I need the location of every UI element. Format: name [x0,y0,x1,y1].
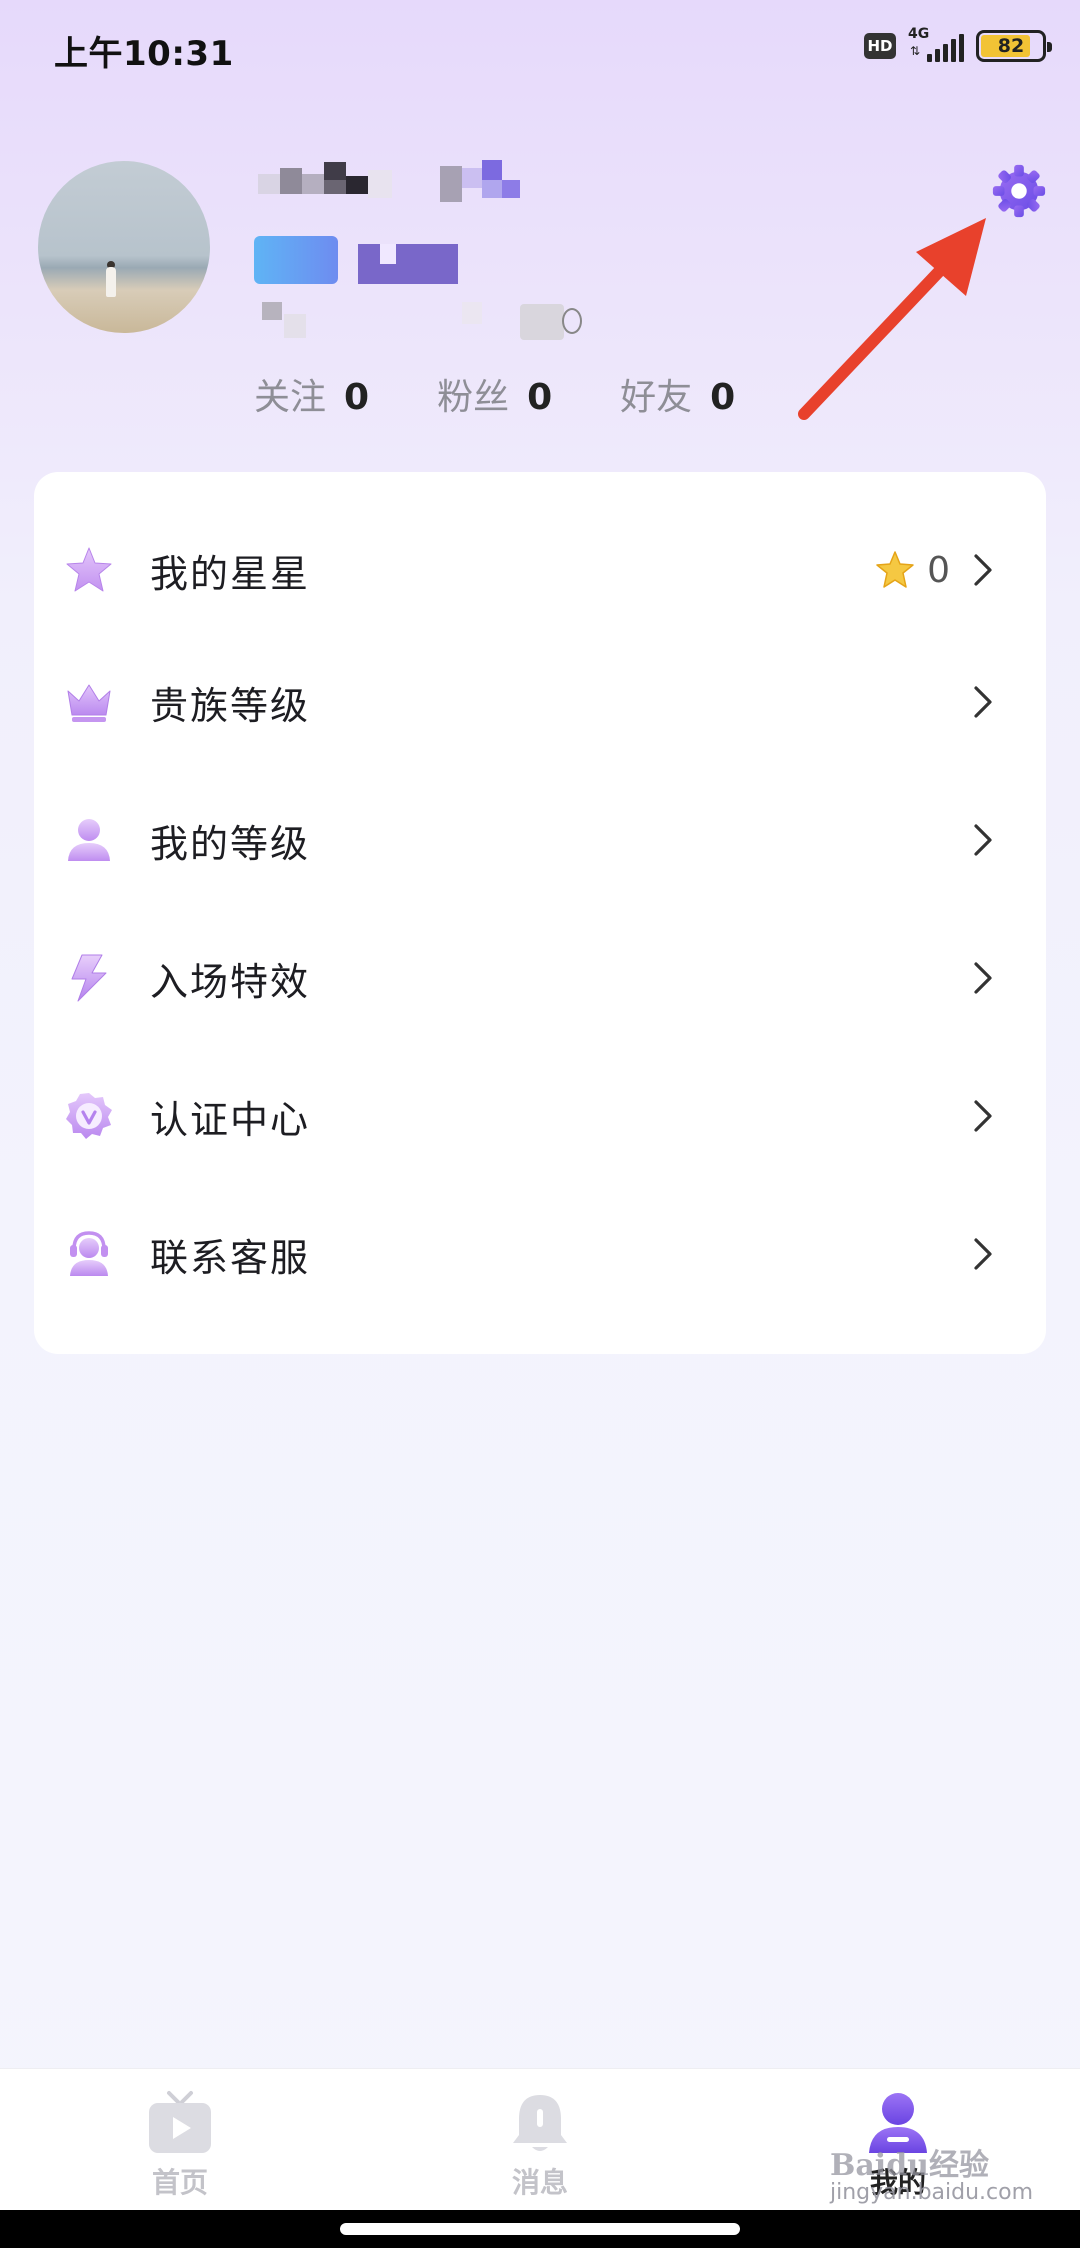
chevron-right-icon [974,1100,992,1132]
profile-stats: 关注 0 粉丝 0 好友 0 [254,368,735,420]
chevron-right-icon [974,686,992,718]
customer-service-icon [70,1231,108,1276]
settings-gear-icon[interactable] [990,162,1048,220]
menu-item-verification-center[interactable]: 认证中心 [34,1056,1046,1176]
baidu-watermark: Baidu经验 [830,2148,989,2183]
avatar[interactable] [38,161,210,333]
stat-friends[interactable]: 好友 0 [620,368,735,420]
battery-icon: 82 [976,30,1052,62]
crown-icon [67,684,111,722]
tv-icon [149,2091,211,2153]
stat-following[interactable]: 关注 0 [254,368,369,420]
chevron-right-icon [974,1238,992,1270]
status-time: 上午10:31 [54,34,234,74]
stat-fans[interactable]: 粉丝 0 [437,368,552,420]
status-bar: 上午10:31 HD 4G ⇅ 82 [0,0,1080,96]
user-icon [68,819,110,861]
menu-card: 我的星星 0 贵族等级 我的等级 入场特效 认证中心 联系客服 [34,472,1046,1354]
annotation-arrow-icon [798,218,986,420]
menu-item-entrance-effect[interactable]: 入场特效 [34,918,1046,1038]
menu-item-my-stars[interactable]: 我的星星 0 [34,510,1046,630]
data-arrows-icon: ⇅ [910,44,921,58]
user-id-redacted [262,296,582,344]
verified-badge-icon [66,1093,112,1139]
status-icons: HD 4G ⇅ 82 [864,26,1052,64]
menu-item-customer-service[interactable]: 联系客服 [34,1194,1046,1314]
baidu-watermark-url: jingyan.baidu.com [830,2180,1034,2205]
menu-item-my-level[interactable]: 我的等级 [34,780,1046,900]
chevron-right-icon [974,824,992,856]
star-balance-value: 0 [927,549,950,591]
nav-tab-messages[interactable]: 消息 [460,2089,620,2201]
signal-icon: 4G ⇅ [908,26,964,64]
star-icon [66,547,112,592]
star-balance: 0 [875,550,950,591]
user-badge-redacted [254,236,462,284]
nav-tab-home[interactable]: 首页 [100,2089,260,2201]
username-redacted [258,160,520,206]
chevron-right-icon [974,962,992,994]
gold-star-icon [876,551,914,588]
home-bar[interactable] [340,2223,740,2235]
bell-icon [513,2095,567,2151]
lightning-icon [71,954,107,1002]
menu-item-noble-level[interactable]: 贵族等级 [34,642,1046,762]
home-indicator [0,2210,1080,2248]
hd-icon: HD [864,33,896,59]
chevron-right-icon [974,554,992,586]
battery-level: 82 [997,35,1025,57]
